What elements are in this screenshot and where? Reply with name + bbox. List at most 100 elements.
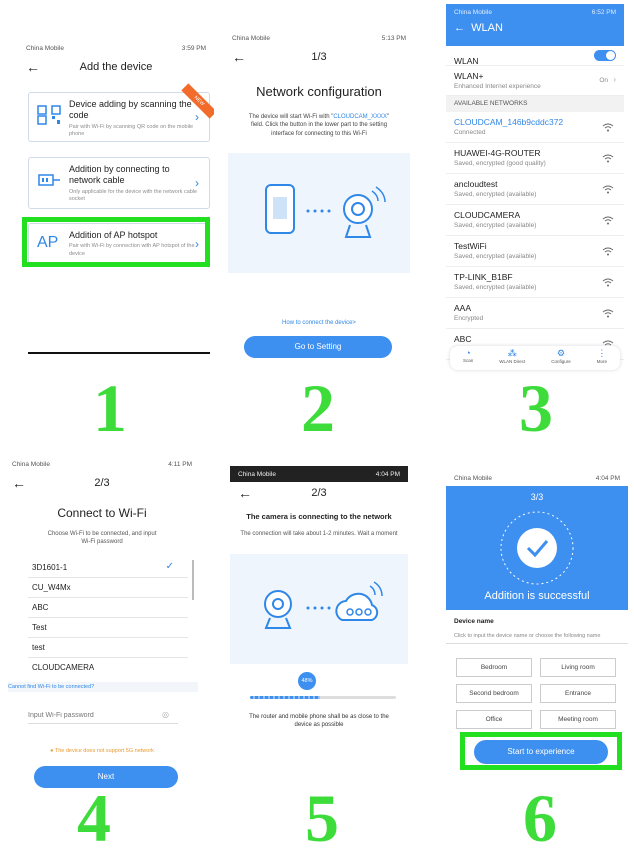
wifi-signal-icon xyxy=(602,185,614,194)
status-bar: China Mobile 4:04 PM xyxy=(230,466,408,482)
scan-icon: ◔ xyxy=(465,348,471,358)
page-title: Add the device xyxy=(79,61,153,73)
wlan-plus-row[interactable]: WLAN+ Enhanced Internet experience On › xyxy=(446,66,624,96)
wifi-signal-icon xyxy=(602,123,614,132)
room-option[interactable]: Entrance xyxy=(540,684,616,703)
step-number-3: 3 xyxy=(519,370,553,446)
back-arrow-icon[interactable]: ← xyxy=(238,485,258,501)
go-to-setting-button[interactable]: Go to Setting xyxy=(244,336,392,358)
wifi-list-scrollbar[interactable] xyxy=(192,560,194,600)
panel-add-device: China Mobile 3:59 PM ← Add the device Dev… xyxy=(18,40,214,360)
back-arrow-icon[interactable]: ← xyxy=(454,22,465,34)
step-indicator: 2/3 xyxy=(94,477,110,489)
room-option[interactable]: Office xyxy=(456,710,532,729)
wlan-direct-button[interactable]: ⁂ WLAN Direct xyxy=(499,348,525,370)
illustration xyxy=(228,153,410,273)
wifi-list-item[interactable]: Test xyxy=(28,618,188,638)
wifi-list-item[interactable]: ABC xyxy=(28,598,188,618)
network-row[interactable]: TP-LINK_B1BF Saved, encrypted (available) xyxy=(446,267,624,298)
page-title: The camera is connecting to the network xyxy=(246,512,392,521)
cannot-find-link[interactable]: Cannot find Wi-Fi to be connected? xyxy=(8,682,198,692)
step-number-2: 2 xyxy=(301,370,335,446)
panel-connect-wifi: China Mobile 4:11 PM ← 2/3 Connect to Wi-… xyxy=(4,456,200,792)
wifi-list: 3D1601-1 ✓ CU_W4Mx ABC Test test CLOUDCAMERA xyxy=(28,558,188,676)
progress-fill xyxy=(250,696,321,699)
back-arrow-icon[interactable]: ← xyxy=(232,49,252,65)
room-option[interactable]: Second bedroom xyxy=(456,684,532,703)
success-check-icon xyxy=(500,511,574,585)
scan-button[interactable]: ◔ Scan xyxy=(463,348,473,370)
checkmark-icon: ✓ xyxy=(165,561,174,572)
wifi-signal-icon xyxy=(602,309,614,318)
status-bar: China Mobile 3:59 PM xyxy=(26,44,206,52)
network-row[interactable]: CLOUDCAMERA Saved, encrypted (available) xyxy=(446,205,624,236)
chevron-right-icon: › xyxy=(195,110,199,124)
success-header: China Mobile 4:04 PM 3/3 Addition is succ… xyxy=(446,470,628,610)
description: Choose Wi-Fi to be connected, and input … xyxy=(47,531,157,546)
panel-camera-connecting: China Mobile 4:04 PM ← 2/3 The camera is … xyxy=(230,466,408,762)
page-title: Network configuration xyxy=(256,84,382,99)
step-indicator: 3/3 xyxy=(530,492,544,502)
description: The device will start Wi-Fi with "CLOUDC… xyxy=(248,114,390,137)
device-name-label: Device name xyxy=(454,618,494,625)
success-text: Addition is successful xyxy=(484,590,590,602)
divider-line xyxy=(28,352,210,354)
more-button[interactable]: ⋮ More xyxy=(597,348,607,370)
phone-camera-illustration xyxy=(265,184,386,238)
status-bar: China Mobile 5:13 PM xyxy=(232,34,406,42)
step-indicator: 2/3 xyxy=(311,487,327,499)
network-list: CLOUDCAM_146b9cddc372 Connected HUAWEI-4G-… xyxy=(446,112,624,360)
qr-code-icon xyxy=(37,105,61,125)
progress-bubble: 48% xyxy=(298,672,316,690)
warning-dot-icon: ● xyxy=(50,748,54,754)
eye-icon[interactable]: ◎ xyxy=(162,710,169,719)
wlan-header: China Mobile 6:52 PM ← WLAN xyxy=(446,4,624,46)
wifi-signal-icon xyxy=(602,247,614,256)
step-number-1: 1 xyxy=(93,370,127,446)
status-bar: China Mobile 4:11 PM xyxy=(12,460,192,468)
5g-warning: ● The device does not support 5G network xyxy=(50,748,154,754)
network-row[interactable]: AAA Encrypted xyxy=(446,298,624,329)
panel-network-configuration: China Mobile 5:13 PM ← 1/3 Network config… xyxy=(224,30,414,366)
network-row[interactable]: CLOUDCAM_146b9cddc372 Connected xyxy=(446,112,624,143)
highlight-start-button xyxy=(460,732,622,770)
nav-bar: ← 1/3 xyxy=(224,46,414,68)
page-title: Connect to Wi-Fi xyxy=(57,506,147,520)
how-to-connect-link[interactable]: How to connect the device> xyxy=(224,320,414,326)
network-cable-card[interactable]: Addition by connecting to network cable … xyxy=(28,157,210,209)
wlan-toggle[interactable] xyxy=(594,50,616,61)
scan-code-card[interactable]: Device adding by scanning the code Pair … xyxy=(28,83,214,142)
more-icon: ⋮ xyxy=(597,348,607,358)
device-name-hint[interactable]: Click to input the device name or choose… xyxy=(446,625,628,644)
wifi-list-item[interactable]: CLOUDCAMERA xyxy=(28,658,188,676)
step-number-6: 6 xyxy=(523,780,557,856)
room-option[interactable]: Meeting room xyxy=(540,710,616,729)
highlight-ap-hotspot xyxy=(22,217,210,267)
progress-track xyxy=(250,696,396,699)
back-arrow-icon[interactable]: ← xyxy=(26,59,46,75)
nav-bar: ← Add the device xyxy=(18,56,214,78)
wifi-list-item[interactable]: 3D1601-1 ✓ xyxy=(28,558,188,578)
wifi-signal-icon xyxy=(602,216,614,225)
nav-bar: ← 2/3 xyxy=(230,482,408,504)
configure-button[interactable]: ⚙ Configure xyxy=(551,348,571,370)
step-number-5: 5 xyxy=(305,780,339,856)
subtitle: The connection will take about 1-2 minut… xyxy=(240,531,398,537)
room-option[interactable]: Bedroom xyxy=(456,658,532,677)
section-header: AVAILABLE NETWORKS xyxy=(446,96,624,112)
wlan-direct-icon: ⁂ xyxy=(507,348,517,358)
network-row[interactable]: HUAWEI-4G-ROUTER Saved, encrypted (good q… xyxy=(446,143,624,174)
wifi-list-item[interactable]: CU_W4Mx xyxy=(28,578,188,598)
note: The router and mobile phone shall be as … xyxy=(249,714,389,729)
chevron-right-icon: › xyxy=(195,176,199,190)
page-title: WLAN xyxy=(471,22,503,34)
wifi-password-input[interactable] xyxy=(28,708,178,724)
wifi-signal-icon xyxy=(602,278,614,287)
room-option[interactable]: Living room xyxy=(540,658,616,677)
back-arrow-icon[interactable]: ← xyxy=(12,475,32,491)
wifi-list-item[interactable]: test xyxy=(28,638,188,658)
network-row[interactable]: ancloudtest Saved, encrypted (available) xyxy=(446,174,624,205)
illustration xyxy=(230,554,408,664)
network-row[interactable]: TestWiFi Saved, encrypted (available) xyxy=(446,236,624,267)
wlan-toolbar: ◔ Scan ⁂ WLAN Direct ⚙ Configure ⋮ More xyxy=(450,346,620,370)
